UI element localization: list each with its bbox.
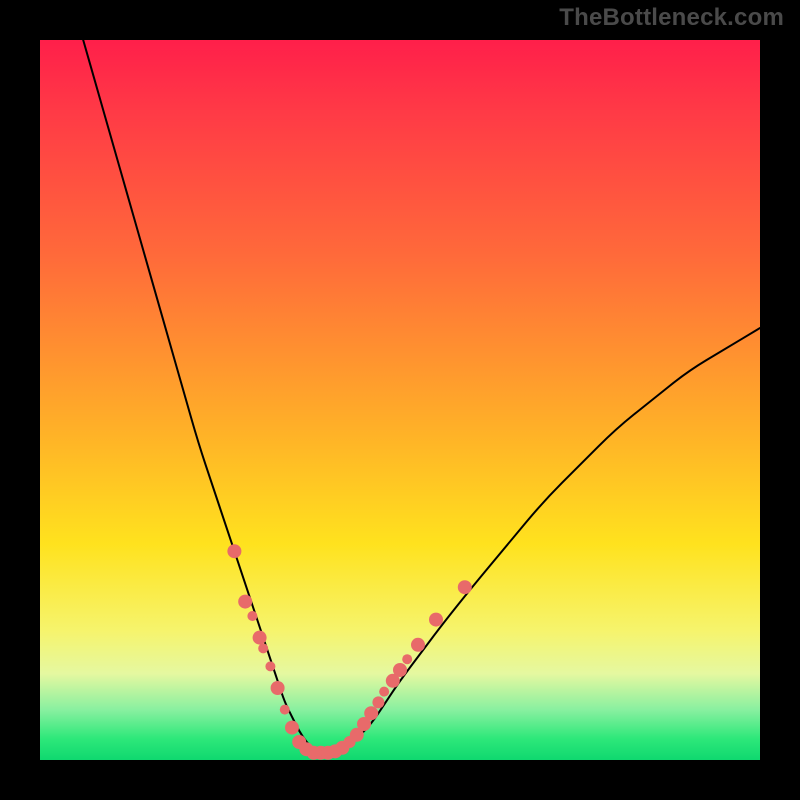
data-marker <box>429 613 443 627</box>
data-marker <box>238 595 252 609</box>
data-marker <box>411 638 425 652</box>
data-marker <box>379 687 389 697</box>
curve-overlay <box>40 40 760 760</box>
data-marker <box>458 580 472 594</box>
data-marker <box>271 681 285 695</box>
data-marker <box>372 696 384 708</box>
data-marker <box>364 706 378 720</box>
data-marker <box>393 663 407 677</box>
marker-group <box>227 544 471 760</box>
chart-stage: TheBottleneck.com <box>0 0 800 800</box>
attribution-label: TheBottleneck.com <box>559 4 784 32</box>
data-marker <box>247 611 257 621</box>
data-marker <box>253 631 267 645</box>
data-marker <box>285 721 299 735</box>
data-marker <box>265 661 275 671</box>
data-marker <box>402 654 412 664</box>
data-marker <box>280 705 290 715</box>
data-marker <box>258 643 268 653</box>
data-marker <box>227 544 241 558</box>
